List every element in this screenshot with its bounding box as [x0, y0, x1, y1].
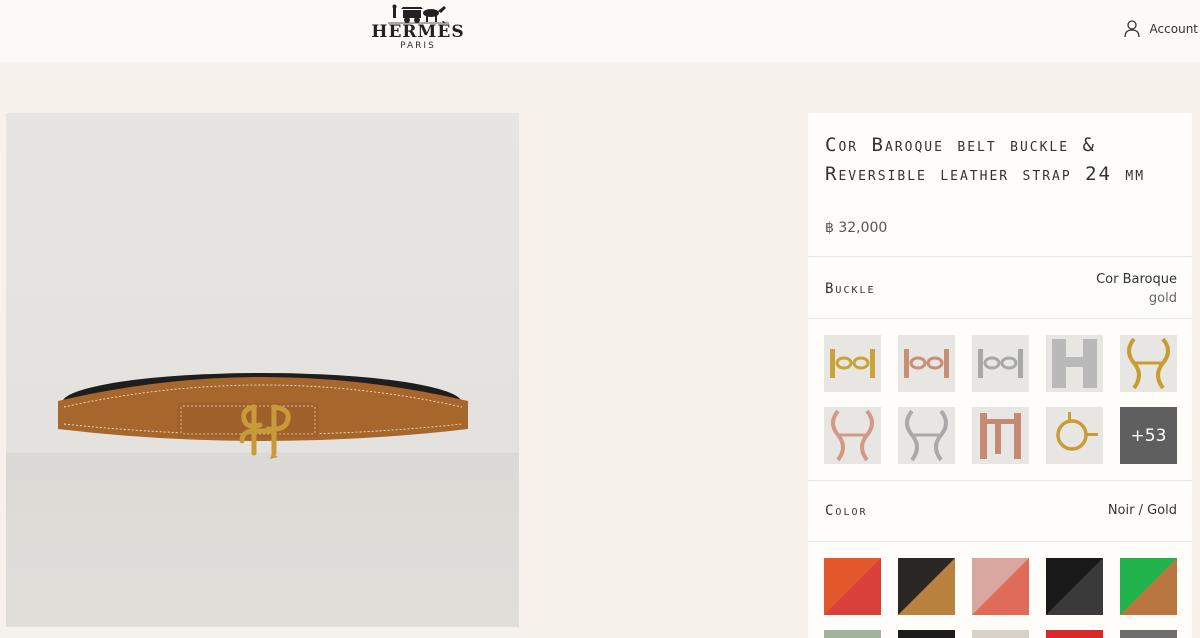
- brand-name: HERMÈS: [371, 22, 465, 42]
- buckle-option-cor-baroque-silver[interactable]: [898, 407, 955, 464]
- color-thumbnail: [972, 558, 1029, 615]
- site-header: HERMÈS PARIS Account: [0, 0, 1200, 62]
- product-image[interactable]: [6, 113, 519, 627]
- product-panel: Cor Baroque belt buckle & Reversible lea…: [808, 113, 1192, 638]
- color-option-partial-3[interactable]: [972, 630, 1029, 638]
- buckle-option-cor-baroque-gold[interactable]: [1120, 335, 1177, 392]
- user-icon: [1123, 20, 1140, 38]
- color-thumbnail: [898, 558, 955, 615]
- buckle-option-chaine-gold[interactable]: [824, 335, 881, 392]
- buckle-thumbnail: [830, 349, 875, 378]
- buckle-thumbnail: [904, 349, 949, 378]
- divider: [808, 541, 1192, 542]
- account-link[interactable]: Account: [1123, 18, 1198, 40]
- color-option-green-gold[interactable]: [1120, 558, 1177, 615]
- product-price: ฿ 32,000: [825, 220, 888, 236]
- color-thumbnail: [1046, 558, 1103, 615]
- brand-city: PARIS: [400, 41, 436, 51]
- buckle-selected-name: Cor Baroque: [1096, 272, 1177, 287]
- divider: [808, 318, 1192, 319]
- color-option-black-shell-gold[interactable]: [898, 558, 955, 615]
- buckle-selected-value: Cor Baroque gold: [1096, 270, 1177, 308]
- buckle-thumbnail: [831, 409, 874, 462]
- buckle-options: +53: [824, 335, 1180, 464]
- color-thumbnail: [824, 558, 881, 615]
- color-section-label: Color: [825, 503, 868, 519]
- buckle-thumbnail: [978, 349, 1023, 378]
- color-options-row2: [824, 630, 1180, 638]
- more-buckles-button[interactable]: +53: [1120, 407, 1177, 464]
- color-option-partial-2[interactable]: [898, 630, 955, 638]
- color-option-orange-red-print[interactable]: [824, 558, 881, 615]
- buckle-option-h-guilloche-silver[interactable]: [1046, 335, 1103, 392]
- buckle-thumbnail: [905, 409, 948, 462]
- color-selected-value: Noir / Gold: [1107, 503, 1177, 518]
- color-option-partial-5[interactable]: [1120, 630, 1177, 638]
- buckle-thumbnail: [1052, 339, 1097, 388]
- color-option-partial-4[interactable]: [1046, 630, 1103, 638]
- belt-illustration: [58, 373, 468, 459]
- carriage-horse-logo-icon: [388, 4, 449, 24]
- buckle-option-cor-baroque-rose[interactable]: [824, 407, 881, 464]
- color-thumbnail: [1120, 558, 1177, 615]
- buckle-option-chaine-silver[interactable]: [972, 335, 1029, 392]
- account-label: Account: [1149, 22, 1198, 36]
- buckle-selected-finish: gold: [1148, 291, 1177, 306]
- buckle-thumbnail: [1127, 337, 1170, 390]
- brand-logo[interactable]: HERMÈS PARIS: [370, 4, 466, 56]
- color-option-partial-1[interactable]: [824, 630, 881, 638]
- buckle-option-ring-gold[interactable]: [1046, 407, 1103, 464]
- color-option-rose-print[interactable]: [972, 558, 1029, 615]
- product-title: Cor Baroque belt buckle & Reversible lea…: [825, 134, 1146, 185]
- buckle-section-label: Buckle: [825, 281, 876, 297]
- color-option-black-croco[interactable]: [1046, 558, 1103, 615]
- divider: [808, 256, 1192, 257]
- buckle-option-h-twisted-rose[interactable]: [972, 407, 1029, 464]
- color-options: [824, 558, 1180, 615]
- buckle-thumbnail: [1056, 412, 1098, 451]
- divider: [808, 480, 1192, 481]
- buckle-thumbnail: [980, 413, 1021, 459]
- buckle-option-chaine-rose[interactable]: [898, 335, 955, 392]
